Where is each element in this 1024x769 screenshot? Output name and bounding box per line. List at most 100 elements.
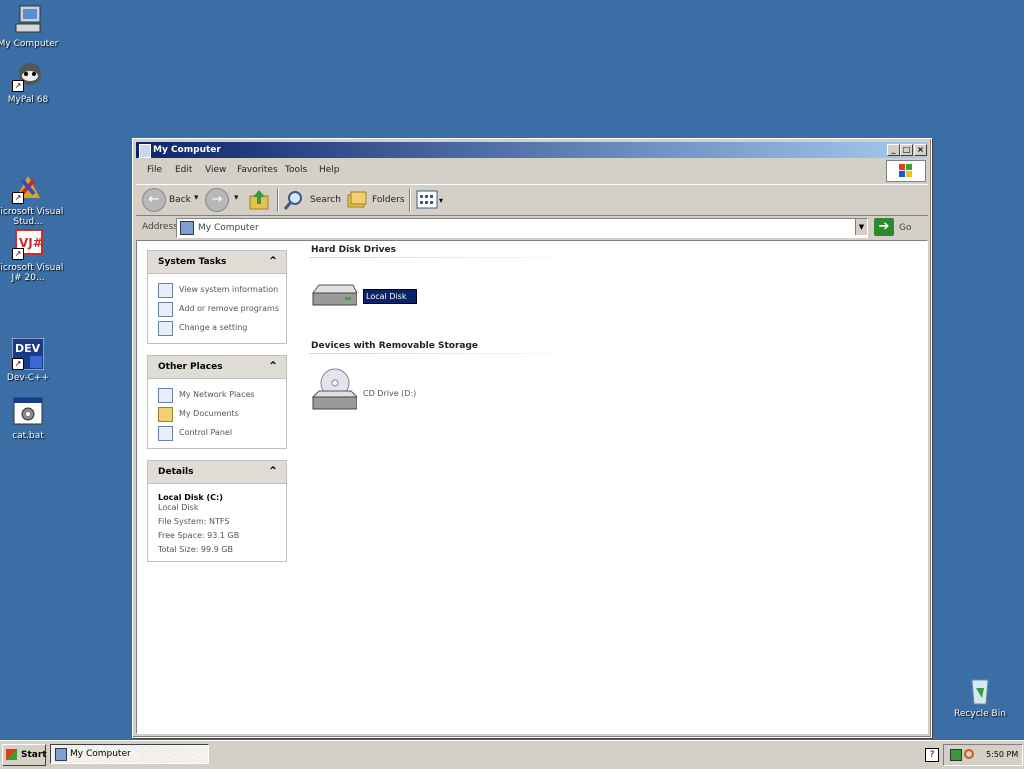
menu-view[interactable]: View [205, 165, 226, 175]
back-dropdown-icon[interactable]: ▾ [194, 193, 199, 203]
task-add-remove-programs[interactable]: Add or remove programs [148, 300, 286, 319]
go-arrow-icon[interactable]: ➔ [874, 218, 894, 236]
go-button[interactable]: Go [899, 223, 911, 233]
desktop-icon-cat-bat[interactable]: cat.bat [0, 396, 64, 441]
hard-drive-icon[interactable] [311, 283, 358, 309]
panel-title: Other Places [158, 362, 223, 372]
task-label: View system information [179, 285, 279, 294]
start-label: Start [21, 750, 47, 760]
menu-favorites[interactable]: Favorites [237, 165, 278, 175]
task-label: Change a setting [179, 323, 248, 332]
control-panel-icon [158, 321, 173, 336]
standard-toolbar: ← Back ▾ → ▾ Search Folders ▾ [136, 184, 928, 216]
maximize-button[interactable]: □ [900, 144, 913, 156]
place-my-network-places[interactable]: My Network Places [148, 386, 286, 405]
system-tray: 5:50 PM [943, 744, 1023, 766]
views-icon[interactable]: ▾ [416, 189, 446, 211]
desktop-icon-dev-cpp[interactable]: DEV ↗ Dev-C++ [0, 337, 64, 383]
address-bar: Address My Computer ▼ ➔ Go [136, 216, 928, 239]
dev-cpp-icon: DEV ↗ [11, 337, 45, 371]
taskbar-item-label: My Computer [70, 749, 131, 759]
svg-text:▾: ▾ [439, 196, 443, 205]
desktop-icon-label: My Computer [0, 39, 59, 49]
my-computer-icon [139, 144, 151, 158]
collapse-chevron-icon[interactable]: ⌃ [268, 464, 278, 478]
batch-file-icon [12, 396, 44, 428]
windows-logo-icon [886, 160, 926, 182]
taskbar-item-my-computer[interactable]: My Computer [50, 744, 209, 764]
place-label: Control Panel [179, 428, 233, 437]
search-icon[interactable] [283, 189, 305, 211]
menu-edit[interactable]: Edit [175, 165, 192, 175]
desktop-icon-my-computer[interactable]: My Computer [0, 4, 64, 49]
my-computer-icon [55, 748, 67, 761]
start-button[interactable]: Start [2, 744, 47, 766]
collapse-chevron-icon[interactable]: ⌃ [268, 359, 278, 373]
menu-file[interactable]: File [147, 165, 162, 175]
menu-tools[interactable]: Tools [285, 165, 307, 175]
back-button[interactable]: Back [169, 195, 191, 205]
search-tray-icon[interactable] [964, 749, 974, 759]
window-title: My Computer [153, 145, 221, 155]
folders-icon[interactable] [346, 189, 368, 211]
place-label: My Network Places [179, 390, 255, 399]
cd-drive-icon[interactable] [311, 367, 359, 413]
toolbar-separator [277, 188, 279, 212]
desktop-icon-label: Microsoft Visual J# 20... [0, 263, 64, 283]
toolbar-separator [409, 188, 411, 212]
visual-jsharp-icon: VJ# ↗ [12, 228, 44, 260]
shortcut-arrow-icon: ↗ [12, 80, 24, 92]
details-file-system: File System: NTFS [158, 517, 230, 526]
panel-title: System Tasks [158, 257, 227, 267]
my-documents-icon [158, 407, 173, 422]
search-button[interactable]: Search [310, 195, 341, 205]
menu-bar: File Edit View Favorites Tools Help [136, 160, 928, 182]
details-total-size: Total Size: 99.9 GB [158, 545, 233, 554]
address-input[interactable]: My Computer ▼ [176, 218, 868, 238]
windows-flag-icon [6, 749, 17, 760]
details-header[interactable]: Details ⌃ [148, 461, 286, 484]
task-change-setting[interactable]: Change a setting [148, 319, 286, 338]
desktop-icon-mypal[interactable]: ↗ MyPal 68 [0, 60, 64, 105]
my-computer-icon [12, 4, 44, 36]
cd-drive-label[interactable]: CD Drive (D:) [363, 389, 416, 398]
desktop-icon-visual-jsharp[interactable]: VJ# ↗ Microsoft Visual J# 20... [0, 228, 64, 283]
group-divider [309, 257, 599, 258]
system-tasks-panel: System Tasks ⌃ View system information A… [147, 250, 287, 344]
local-disk-rename-field[interactable]: Local Disk [363, 289, 417, 304]
close-button[interactable]: × [914, 144, 927, 156]
details-free-space: Free Space: 93.1 GB [158, 531, 240, 540]
folders-button[interactable]: Folders [372, 195, 405, 205]
desktop-icon-label: Microsoft Visual Stud... [0, 207, 64, 227]
address-value: My Computer [198, 223, 259, 233]
place-my-documents[interactable]: My Documents [148, 405, 286, 424]
details-name: Local Disk (C:) [158, 493, 223, 502]
shortcut-arrow-icon: ↗ [12, 248, 24, 260]
desktop-icon-label: MyPal 68 [7, 95, 49, 105]
desktop-icon-recycle-bin[interactable]: Recycle Bin [944, 674, 1016, 719]
details-type: Local Disk [158, 503, 199, 512]
system-info-icon [158, 283, 173, 298]
group-divider [309, 353, 599, 354]
back-arrow-icon[interactable]: ← [142, 188, 166, 212]
collapse-chevron-icon[interactable]: ⌃ [268, 254, 278, 268]
other-places-header[interactable]: Other Places ⌃ [148, 356, 286, 379]
forward-dropdown-icon[interactable]: ▾ [234, 193, 239, 203]
address-dropdown-icon[interactable]: ▼ [855, 219, 867, 235]
forward-button[interactable]: → [205, 188, 229, 212]
task-view-system-information[interactable]: View system information [148, 281, 286, 300]
network-places-icon [158, 388, 173, 403]
menu-help[interactable]: Help [319, 165, 340, 175]
system-tasks-header[interactable]: System Tasks ⌃ [148, 251, 286, 274]
clock: 5:50 PM [986, 750, 1019, 759]
desktop-icon-label: cat.bat [12, 431, 44, 441]
minimize-button[interactable]: _ [887, 144, 900, 156]
up-folder-icon[interactable] [247, 188, 271, 212]
network-tray-icon[interactable] [950, 749, 962, 761]
desktop-icon-visual-studio[interactable]: ↗ Microsoft Visual Stud... [0, 172, 64, 227]
title-bar[interactable]: My Computer _ □ × [136, 142, 928, 158]
help-icon[interactable]: ? [925, 748, 939, 762]
taskbar: Start My Computer ? 5:50 PM [0, 740, 1024, 769]
place-control-panel[interactable]: Control Panel [148, 424, 286, 443]
address-label: Address [142, 222, 178, 232]
